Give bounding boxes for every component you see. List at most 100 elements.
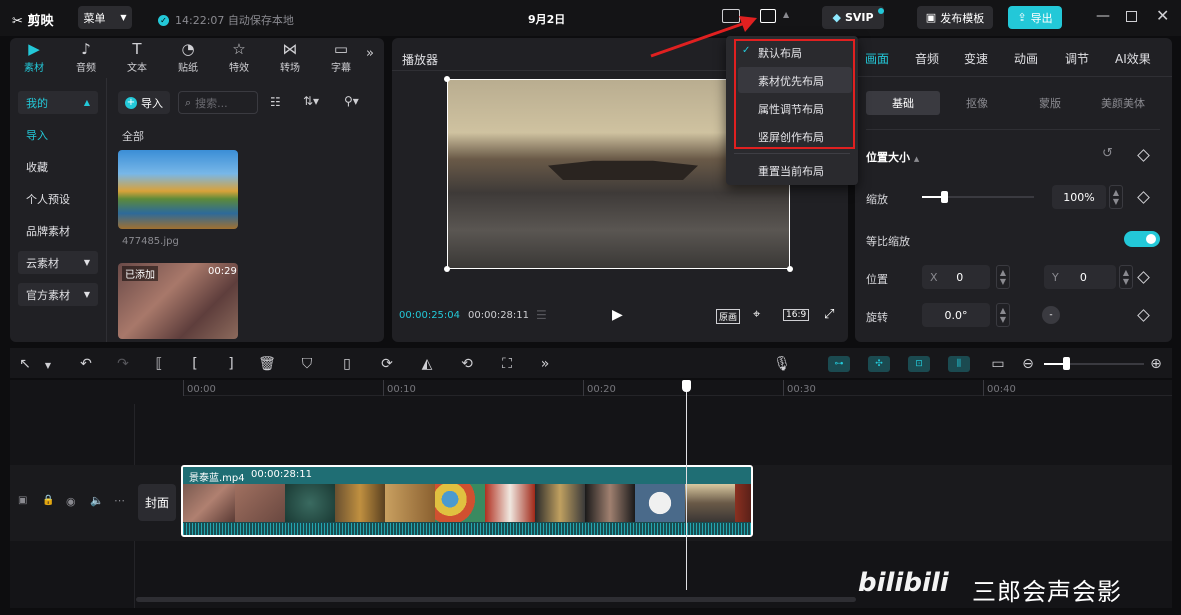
sidebar-item-brand[interactable]: 品牌素材	[18, 219, 98, 242]
resize-handle[interactable]	[787, 266, 793, 272]
split-screen-icon[interactable]: ⫼	[948, 356, 970, 372]
tab-text[interactable]: T 文本	[118, 40, 156, 74]
position-x-stepper[interactable]: ▲ ▼	[996, 265, 1010, 289]
select-tool-icon[interactable]: ↖	[15, 356, 35, 372]
microphone-icon[interactable]: 🎙	[772, 356, 792, 372]
subtab-beauty[interactable]: 美颜美体	[1086, 91, 1160, 115]
sidebar-item-cloud[interactable]: 云素材 ▼	[18, 251, 98, 274]
import-button[interactable]: + 导入	[118, 91, 170, 114]
tab-prop-audio[interactable]: 音频	[915, 50, 939, 67]
reverse-icon[interactable]: ⟳	[377, 356, 397, 372]
timecode-list-icon[interactable]: ☰	[536, 308, 547, 322]
media-thumbnail-landscape[interactable]	[118, 150, 238, 229]
scale-stepper[interactable]: ▲ ▼	[1109, 185, 1123, 209]
chevron-up-icon[interactable]: ▲	[783, 10, 789, 19]
rotate-stepper[interactable]: ▲ ▼	[996, 303, 1010, 327]
mirror-icon[interactable]: ◭	[417, 356, 437, 372]
subtab-cutout[interactable]: 抠像	[940, 91, 1014, 115]
crop-icon[interactable]: ⛶	[497, 356, 517, 372]
rotate-icon[interactable]: ⟲	[457, 356, 477, 372]
scale-slider[interactable]	[922, 196, 1034, 198]
scale-slider-handle[interactable]	[941, 191, 949, 203]
screenshot-icon[interactable]: ⌖	[753, 307, 760, 322]
speaker-icon[interactable]: 🔈	[90, 494, 104, 507]
playhead[interactable]	[686, 390, 687, 590]
split-icon[interactable]: ⟦	[149, 356, 169, 372]
eye-icon[interactable]: ◉	[66, 495, 76, 508]
position-y-input[interactable]: Y0	[1044, 265, 1116, 289]
zoom-in-icon[interactable]: ⊕	[1146, 356, 1166, 372]
split-right-icon[interactable]: ]	[221, 356, 241, 372]
original-quality-button[interactable]: 原画	[716, 309, 741, 324]
tab-sticker[interactable]: ◔ 贴纸	[169, 40, 207, 74]
export-button[interactable]: ⇪ 导出	[1008, 6, 1062, 29]
cover-button[interactable]: 封面	[138, 484, 176, 521]
sidebar-item-mine[interactable]: 我的 ▲	[18, 91, 98, 114]
timeline-scrollbar[interactable]	[136, 597, 856, 602]
menu-button[interactable]: 菜单 ▼	[78, 6, 132, 29]
linkage-icon[interactable]: ✣	[868, 356, 890, 372]
fit-timeline-icon[interactable]: ▭	[988, 356, 1008, 372]
more-icon[interactable]: ⋯	[114, 494, 125, 507]
preview-axis-icon[interactable]: ⊡	[908, 356, 930, 372]
magnet-icon[interactable]: ⊶	[828, 356, 850, 372]
uniform-scale-toggle[interactable]	[1124, 231, 1160, 247]
more-tools-icon[interactable]: »	[535, 356, 555, 372]
tab-subtitle[interactable]: ▭ 字幕	[322, 40, 360, 74]
resize-handle[interactable]	[444, 266, 450, 272]
sticker-icon: ◔	[181, 40, 195, 58]
tab-speed[interactable]: 变速	[964, 50, 988, 67]
close-icon[interactable]: ✕	[1156, 6, 1169, 25]
delete-icon[interactable]: 🗑	[257, 356, 277, 372]
scale-input[interactable]: 100%	[1052, 185, 1106, 209]
sidebar-item-import[interactable]: 导入	[18, 123, 98, 146]
redo-icon[interactable]: ↷	[113, 356, 133, 372]
freeze-icon[interactable]: ▯	[337, 356, 357, 372]
marker-icon[interactable]: ⛉	[297, 356, 317, 372]
more-tabs-icon[interactable]: »	[366, 46, 374, 61]
tab-transition[interactable]: ⋈ 转场	[271, 40, 309, 74]
sidebar-item-official[interactable]: 官方素材 ▼	[18, 283, 98, 306]
tab-audio[interactable]: ♪ 音频	[67, 40, 105, 74]
fullscreen-icon[interactable]: ⤢	[824, 307, 834, 322]
tab-animation[interactable]: 动画	[1014, 50, 1038, 67]
zoom-slider[interactable]	[1044, 363, 1144, 365]
grid-view-icon[interactable]: ☷	[270, 95, 281, 109]
split-left-icon[interactable]: [	[185, 356, 205, 372]
subtab-basic[interactable]: 基础	[866, 91, 940, 115]
svip-button[interactable]: ◆ SVIP	[822, 6, 884, 29]
track-video-icon[interactable]: ▣	[18, 495, 27, 506]
tab-effects[interactable]: ☆ 特效	[220, 40, 258, 74]
audio-waveform	[183, 523, 751, 535]
ruler-tick	[383, 380, 384, 396]
search-input[interactable]: ⌕ 搜索...	[178, 91, 258, 114]
minimize-icon[interactable]: —	[1096, 8, 1110, 24]
sidebar-item-favorites[interactable]: 收藏	[18, 155, 98, 178]
zoom-slider-handle[interactable]	[1063, 357, 1070, 370]
sort-icon[interactable]: ⇅▾	[303, 94, 319, 108]
maximize-icon[interactable]	[1126, 11, 1137, 22]
subtab-mask[interactable]: 蒙版	[1013, 91, 1087, 115]
clip-duration: 00:00:28:11	[251, 469, 313, 480]
undo-icon[interactable]: ↶	[76, 356, 96, 372]
sidebar-item-presets[interactable]: 个人预设	[18, 187, 98, 210]
menu-item-reset-layout[interactable]: 重置当前布局	[758, 163, 824, 179]
publish-template-button[interactable]: ▣ 发布模板	[917, 6, 993, 29]
position-y-stepper[interactable]: ▲ ▼	[1119, 265, 1133, 289]
chevron-down-icon[interactable]: ▼	[38, 361, 58, 370]
tab-media[interactable]: ▶ 素材	[15, 40, 53, 74]
playhead-handle[interactable]	[682, 380, 691, 392]
position-x-input[interactable]: X0	[922, 265, 990, 289]
play-icon[interactable]: ▶	[612, 307, 623, 323]
reset-icon[interactable]: ↺	[1102, 146, 1113, 161]
resize-handle[interactable]	[444, 76, 450, 82]
tab-adjust[interactable]: 调节	[1065, 50, 1089, 67]
filter-icon[interactable]: ⚲▾	[344, 94, 359, 108]
rotate-input[interactable]: 0.0°	[922, 303, 990, 327]
lock-icon[interactable]: 🔒	[42, 495, 54, 506]
tab-ai-effects[interactable]: AI效果	[1115, 50, 1151, 67]
rotate-dial[interactable]: -	[1042, 306, 1060, 324]
zoom-out-icon[interactable]: ⊖	[1018, 356, 1038, 372]
ratio-button[interactable]: 16:9	[783, 309, 810, 321]
tab-picture[interactable]: 画面	[865, 50, 889, 67]
